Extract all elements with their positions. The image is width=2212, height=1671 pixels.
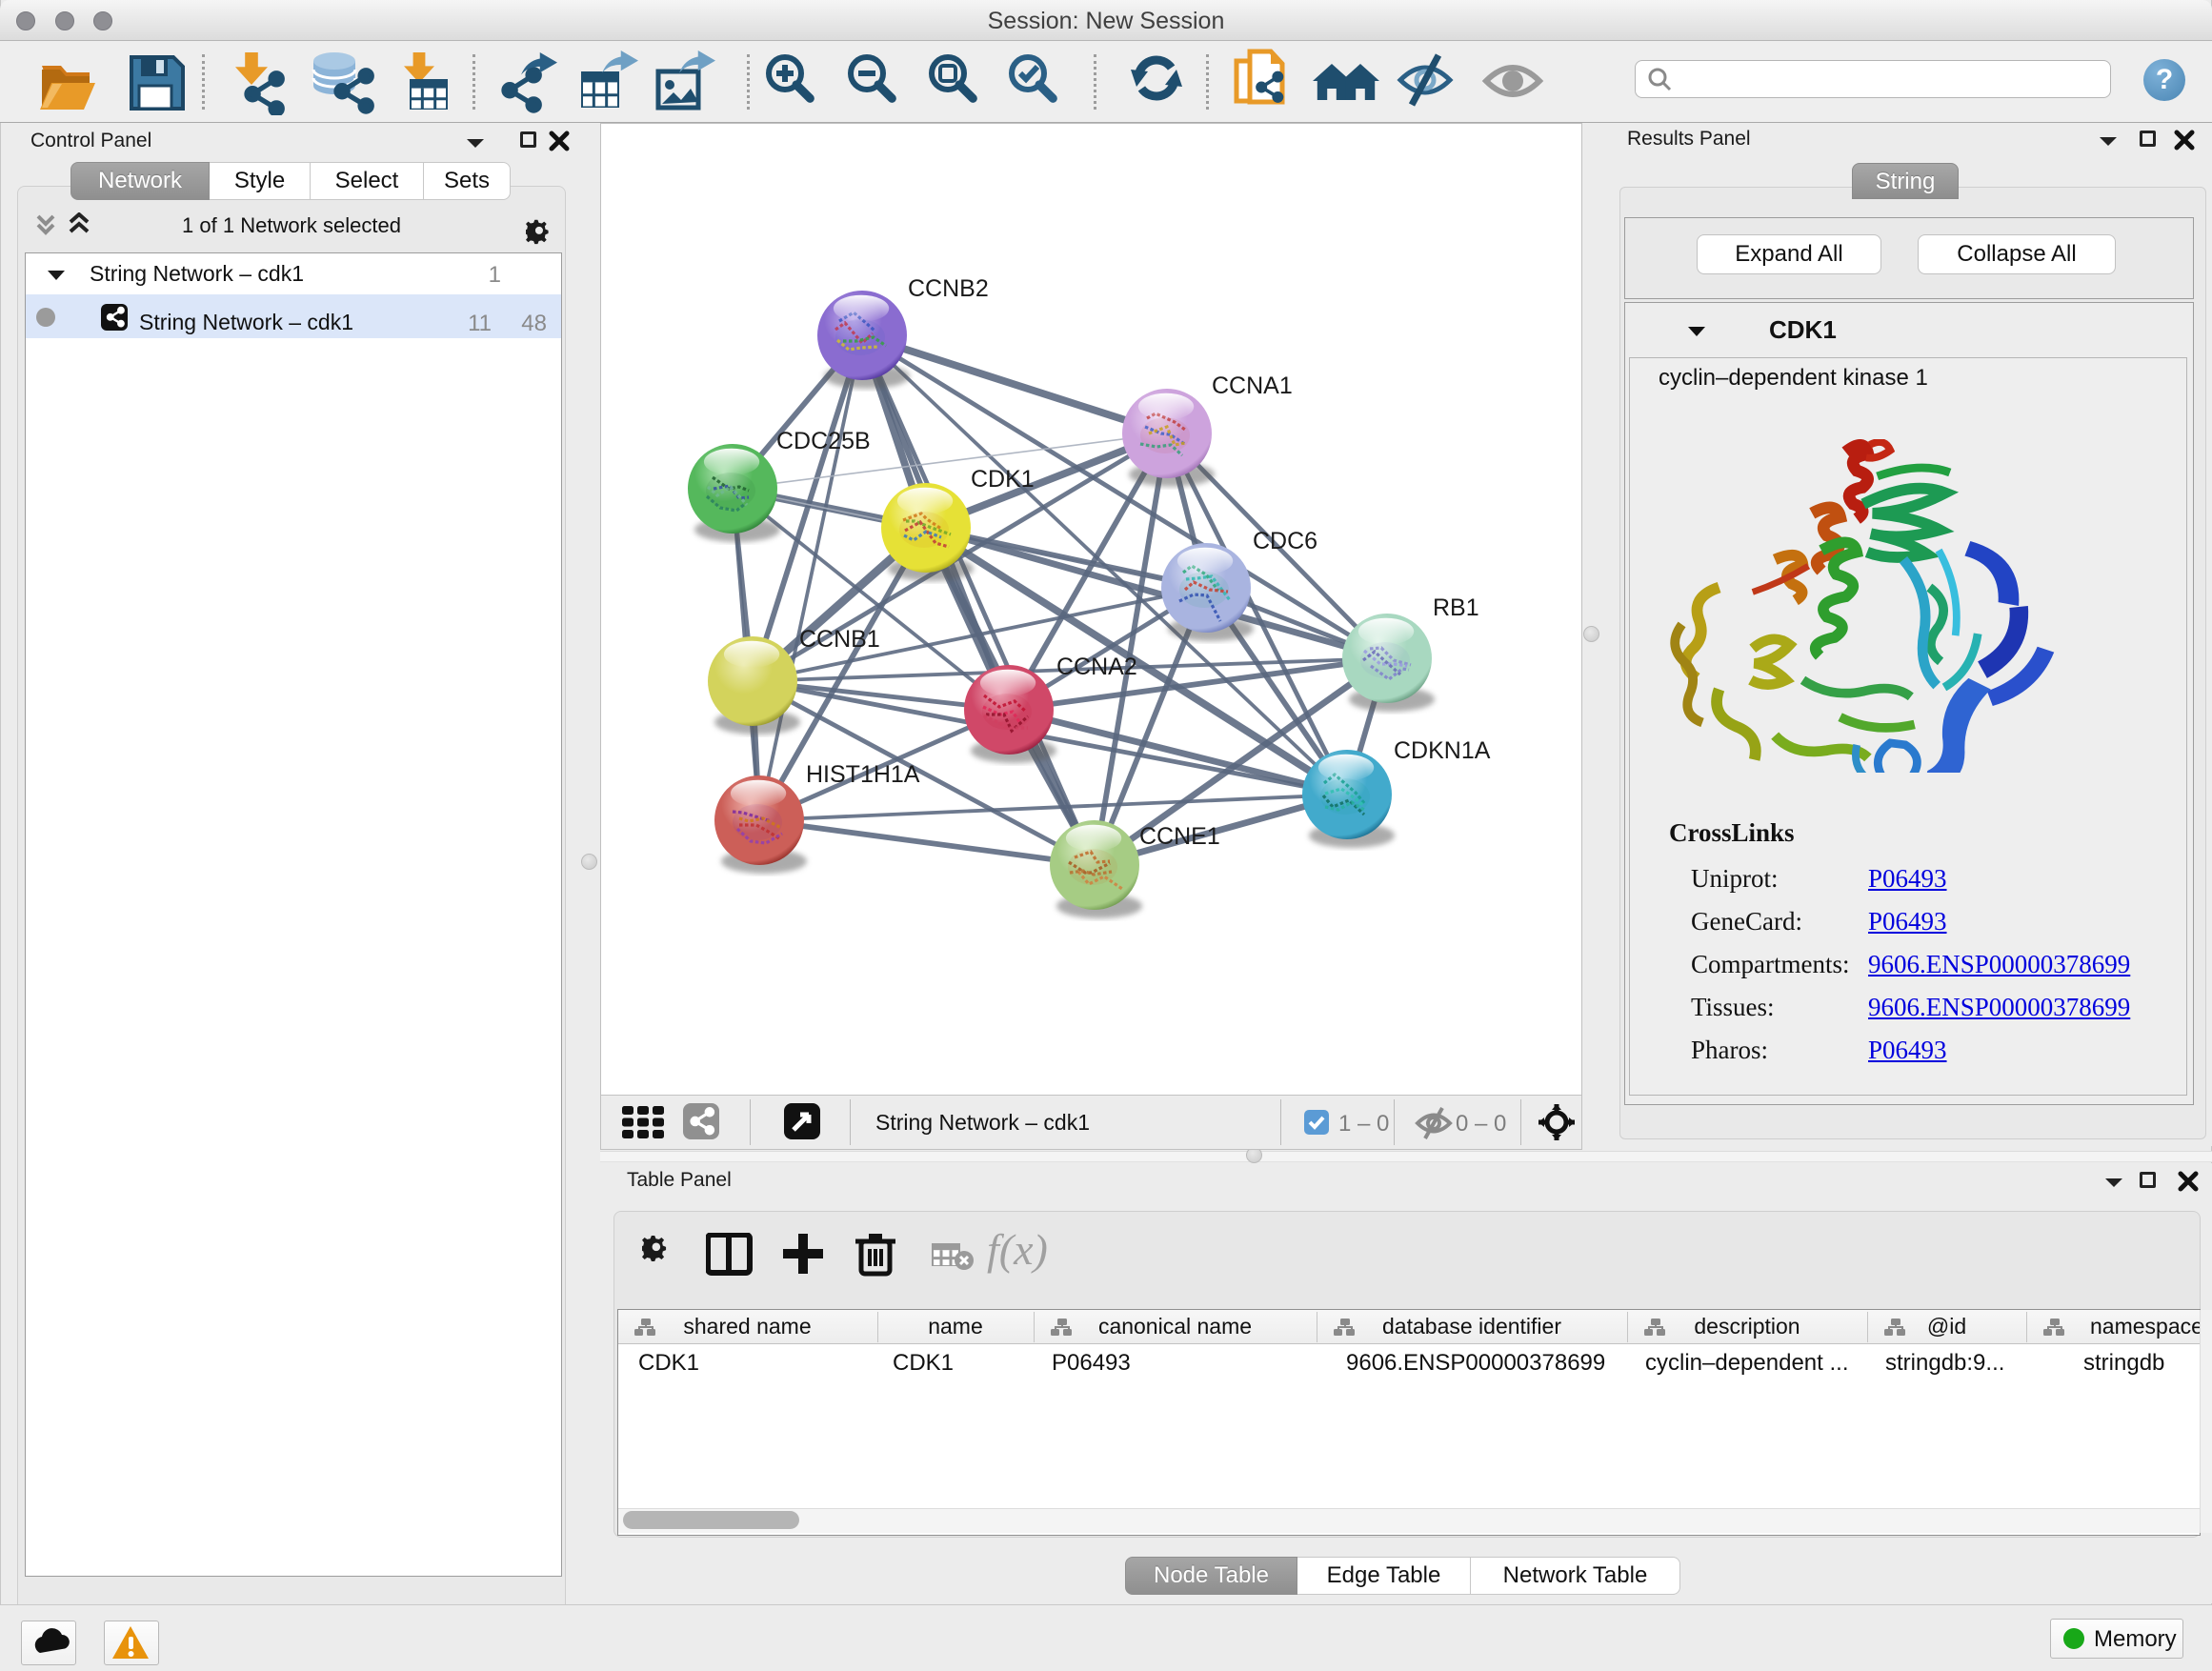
svg-text:HIST1H1A: HIST1H1A xyxy=(806,761,920,788)
svg-text:RB1: RB1 xyxy=(1433,594,1479,621)
svg-text:CCNA2: CCNA2 xyxy=(1056,654,1137,680)
svg-text:CDK1: CDK1 xyxy=(971,466,1035,493)
svg-text:CDC6: CDC6 xyxy=(1253,528,1317,554)
svg-text:CCNE1: CCNE1 xyxy=(1139,823,1220,850)
svg-text:CDC25B: CDC25B xyxy=(776,428,871,454)
svg-text:CCNA1: CCNA1 xyxy=(1212,372,1293,399)
svg-text:CDKN1A: CDKN1A xyxy=(1394,737,1491,764)
svg-text:CCNB2: CCNB2 xyxy=(908,275,989,302)
svg-text:CCNB1: CCNB1 xyxy=(799,626,880,653)
